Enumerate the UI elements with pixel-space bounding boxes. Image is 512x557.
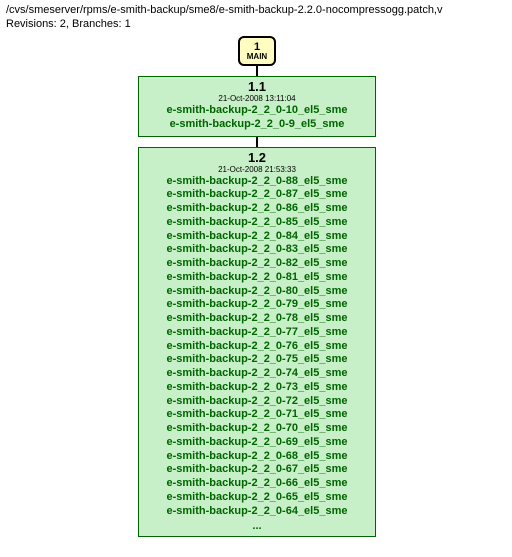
revision-tag: e-smith-backup-2_2_0-75_el5_sme (147, 353, 367, 367)
revision-tag: e-smith-backup-2_2_0-82_el5_sme (147, 257, 367, 271)
revision-tag: e-smith-backup-2_2_0-66_el5_sme (147, 477, 367, 491)
revision-tags: e-smith-backup-2_2_0-10_el5_smee-smith-b… (147, 104, 367, 132)
revision-tag: e-smith-backup-2_2_0-9_el5_sme (147, 118, 367, 132)
revision-tag: e-smith-backup-2_2_0-64_el5_sme (147, 505, 367, 519)
revision-title: 1.2 (147, 150, 367, 165)
revision-tag: e-smith-backup-2_2_0-67_el5_sme (147, 463, 367, 477)
revision-title: 1.1 (147, 79, 367, 94)
revision-date: 21-Oct-2008 21:53:33 (147, 165, 367, 174)
revision-tag: e-smith-backup-2_2_0-77_el5_sme (147, 326, 367, 340)
revision-tag: e-smith-backup-2_2_0-81_el5_sme (147, 271, 367, 285)
revision-tag: e-smith-backup-2_2_0-78_el5_sme (147, 312, 367, 326)
revision-node-1-1[interactable]: 1.1 21-Oct-2008 13:11:04 e-smith-backup-… (138, 76, 376, 137)
revision-date: 21-Oct-2008 13:11:04 (147, 94, 367, 103)
revision-tag: e-smith-backup-2_2_0-80_el5_sme (147, 285, 367, 299)
revision-tag: e-smith-backup-2_2_0-86_el5_sme (147, 202, 367, 216)
revision-tag: e-smith-backup-2_2_0-70_el5_sme (147, 422, 367, 436)
revision-node-1-2[interactable]: 1.2 21-Oct-2008 21:53:33 e-smith-backup-… (138, 147, 376, 538)
revision-tag: e-smith-backup-2_2_0-76_el5_sme (147, 340, 367, 354)
revision-tag: e-smith-backup-2_2_0-85_el5_sme (147, 216, 367, 230)
branch-number: 1 (254, 41, 260, 53)
connector-line (256, 66, 258, 76)
revision-tag: e-smith-backup-2_2_0-79_el5_sme (147, 298, 367, 312)
branch-name: MAIN (247, 53, 267, 62)
revision-tag: e-smith-backup-2_2_0-88_el5_sme (147, 175, 367, 189)
revision-tags: e-smith-backup-2_2_0-88_el5_smee-smith-b… (147, 175, 367, 519)
branch-node-main[interactable]: 1 MAIN (238, 36, 276, 66)
revision-tag: e-smith-backup-2_2_0-73_el5_sme (147, 381, 367, 395)
file-path: /cvs/smeserver/rpms/e-smith-backup/sme8/… (6, 4, 506, 16)
revision-tag: e-smith-backup-2_2_0-72_el5_sme (147, 395, 367, 409)
revision-tag: e-smith-backup-2_2_0-10_el5_sme (147, 104, 367, 118)
revision-tag: e-smith-backup-2_2_0-84_el5_sme (147, 230, 367, 244)
revision-tag: e-smith-backup-2_2_0-74_el5_sme (147, 367, 367, 381)
revision-tag: e-smith-backup-2_2_0-69_el5_sme (147, 436, 367, 450)
revision-graph: 1 MAIN 1.1 21-Oct-2008 13:11:04 e-smith-… (138, 36, 378, 537)
revision-info: Revisions: 2, Branches: 1 (6, 18, 506, 30)
ellipsis-icon: ... (147, 520, 367, 532)
revision-tag: e-smith-backup-2_2_0-83_el5_sme (147, 243, 367, 257)
revision-tag: e-smith-backup-2_2_0-87_el5_sme (147, 188, 367, 202)
connector-line (256, 137, 258, 147)
revision-tag: e-smith-backup-2_2_0-71_el5_sme (147, 408, 367, 422)
revision-tag: e-smith-backup-2_2_0-65_el5_sme (147, 491, 367, 505)
revision-tag: e-smith-backup-2_2_0-68_el5_sme (147, 450, 367, 464)
